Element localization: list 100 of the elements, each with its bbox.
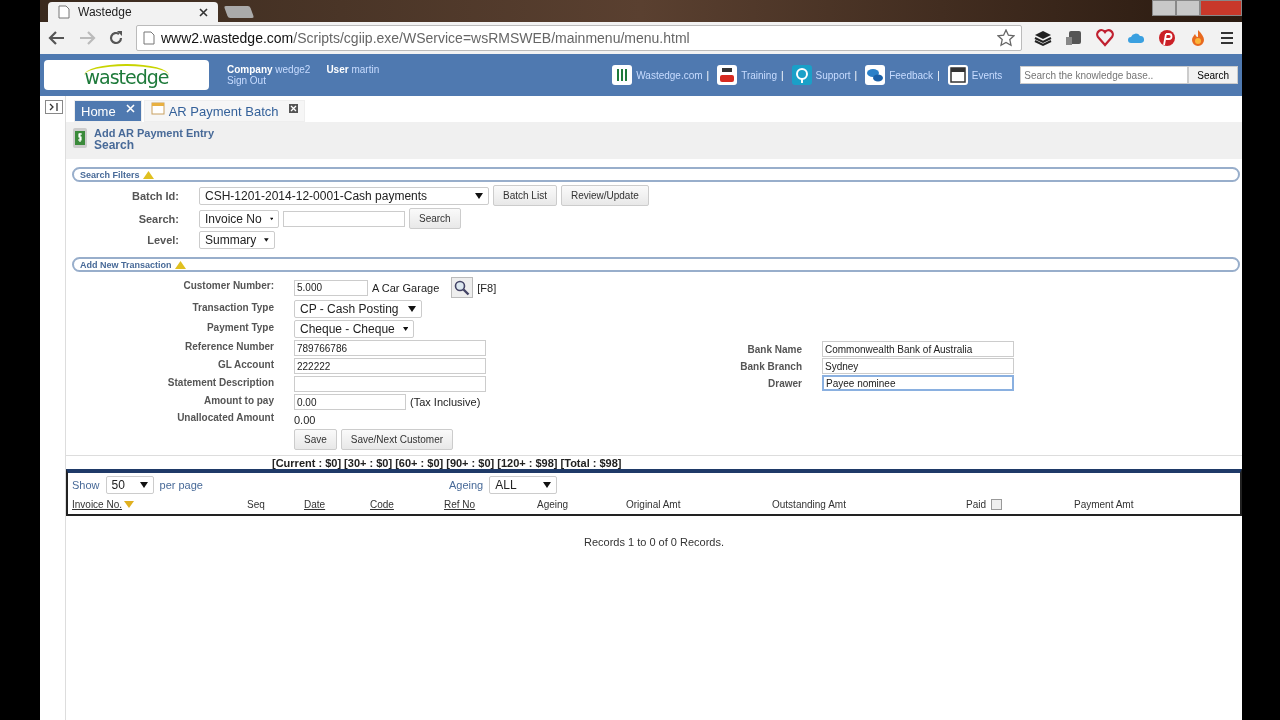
field-label: Statement Description	[166, 376, 274, 390]
separator-text: |	[937, 69, 940, 81]
new-tab-button[interactable]	[223, 6, 255, 18]
logo-wordmark: wastedge	[84, 63, 169, 87]
address-bar[interactable]: www2.wastedge.com/Scripts/cgiip.exe/WService=wsRMSWEB/mainmenu/menu.html	[136, 25, 1022, 51]
field-label: Transaction Type	[191, 301, 274, 315]
logo-icon[interactable]	[612, 65, 633, 85]
field-label: Bank Name	[746, 343, 802, 355]
chat-bubbles-icon[interactable]	[865, 65, 886, 85]
column-sort-link[interactable]: Date	[304, 499, 326, 510]
dropdown-arrow-icon[interactable]	[139, 482, 148, 488]
column-sort-link[interactable]: Ref No	[444, 499, 476, 510]
input-field[interactable]: 0.00	[294, 394, 406, 410]
field-label: Unallocated Amount	[176, 412, 274, 425]
url-text: www2.wastedge.com/Scripts/cgiip.exe/WService=wsRMSWEB/mainmenu/menu.html	[161, 30, 691, 46]
value-text: 0.00	[294, 413, 316, 426]
per-page-label: per page	[159, 479, 203, 491]
heart-icon[interactable]	[1096, 29, 1114, 47]
dropdown[interactable]: Cheque - Cheque	[294, 320, 414, 338]
separator-text: |	[706, 69, 710, 81]
column-sort-link[interactable]: Code	[370, 499, 394, 510]
show-label: Show	[72, 479, 100, 491]
form-button[interactable]: Batch List	[493, 185, 557, 206]
browser-tab[interactable]: Wastedge	[48, 2, 218, 22]
dropdown[interactable]: CP - Cash Posting	[294, 300, 422, 318]
money-icon[interactable]	[72, 127, 88, 149]
field-label: Drawer	[767, 377, 802, 389]
sidebar-toggle-icon[interactable]	[45, 100, 63, 114]
input-field[interactable]: 5.000	[294, 279, 368, 296]
dropdown[interactable]: Invoice No	[199, 209, 279, 228]
company-text: Company wedge2	[227, 64, 311, 75]
column-header: Paid	[966, 499, 986, 510]
page-icon[interactable]	[143, 31, 155, 45]
ageing-summary: [Current : $0] [30+ : $0] [60+ : $0] [90+ : $0] [120+ : $98] [Total : $98]	[66, 455, 1242, 469]
dropdown[interactable]: 50	[105, 476, 154, 494]
form-button[interactable]: Save	[294, 429, 337, 450]
field-label: Search:	[137, 212, 179, 225]
dropdown-arrow-icon[interactable]	[475, 192, 483, 199]
value-text: (Tax Inclusive)	[410, 396, 481, 408]
form-button[interactable]: Search	[409, 208, 461, 229]
back-icon[interactable]	[48, 30, 66, 46]
knowledge-search-field[interactable]: Search the knowledge base..	[1020, 66, 1189, 84]
action-link[interactable]: Add AR Payment Entry	[94, 127, 214, 139]
field-label: Level:	[146, 234, 179, 246]
column-header: Ageing	[537, 499, 569, 510]
value-text: [F8]	[477, 281, 497, 294]
reload-icon[interactable]	[108, 30, 124, 46]
field-label: Amount to pay	[203, 394, 274, 408]
tab-title: Wastedge	[78, 5, 133, 19]
field-label: Reference Number	[184, 340, 274, 354]
column-header: Original Amt	[626, 499, 681, 510]
dropdown[interactable]: Summary	[199, 231, 275, 249]
records-text: Records 1 to 0 of 0 Records.	[583, 536, 725, 548]
value-text: A Car Garage	[372, 281, 440, 294]
search-button[interactable]: Search	[1188, 66, 1238, 84]
dropdown-arrow-icon[interactable]	[402, 326, 408, 332]
field-label: Payment Type	[205, 321, 274, 335]
input-field[interactable]	[294, 376, 486, 392]
extension-icon[interactable]	[1065, 29, 1083, 47]
dropdown[interactable]: CSH-1201-2014-12-0001-Cash payments	[199, 186, 489, 205]
page-tab[interactable]: Home	[74, 100, 142, 122]
separator-text: |	[780, 69, 784, 81]
menu-icon[interactable]	[1220, 31, 1234, 45]
action-link[interactable]: Search	[94, 139, 214, 151]
input-field[interactable]: Sydney	[822, 358, 1014, 374]
input-field[interactable]: Commonwealth Bank of Australia	[822, 341, 1014, 357]
separator-text: |	[854, 69, 858, 81]
dropdown[interactable]: ALL	[489, 476, 558, 494]
video-icon[interactable]	[717, 65, 738, 85]
pin-icon[interactable]	[1158, 29, 1176, 47]
star-icon[interactable]	[997, 29, 1015, 47]
section-header[interactable]: Add New Transaction	[72, 257, 1240, 272]
form-button[interactable]: Save/Next Customer	[340, 429, 454, 450]
checkbox[interactable]	[991, 499, 1002, 510]
field-label: Bank Branch	[739, 360, 802, 372]
column-header: Payment Amt	[1074, 499, 1134, 510]
field-label: Customer Number:	[182, 280, 274, 293]
close-icon[interactable]	[199, 7, 208, 17]
input-field[interactable]: 222222	[294, 358, 486, 374]
input-field[interactable]: 789766786	[294, 340, 486, 356]
field-label: GL Account	[216, 358, 274, 372]
input-field[interactable]: Payee nominee	[822, 375, 1014, 391]
input-field[interactable]	[283, 210, 405, 227]
page-icon[interactable]	[58, 5, 70, 19]
dropdown-arrow-icon[interactable]	[408, 306, 416, 312]
dropdown-arrow-icon[interactable]	[264, 237, 269, 243]
column-sort-link[interactable]: Invoice No.	[72, 499, 123, 510]
column-header: Outstanding Amt	[772, 499, 846, 510]
user-text: User martin	[326, 64, 380, 75]
dropdown-arrow-icon[interactable]	[543, 482, 552, 488]
section-header[interactable]: Search Filters	[72, 167, 1240, 182]
dropdown-arrow-icon[interactable]	[269, 215, 273, 222]
column-header: Seq	[247, 499, 265, 510]
flame-icon[interactable]	[1189, 29, 1207, 47]
form-button[interactable]: Review/Update	[560, 185, 649, 206]
search-icon	[454, 280, 471, 296]
layers-icon[interactable]	[1034, 29, 1052, 47]
field-label: Batch Id:	[130, 189, 179, 202]
calendar-icon[interactable]	[947, 65, 968, 85]
lookup-button[interactable]	[451, 277, 474, 298]
